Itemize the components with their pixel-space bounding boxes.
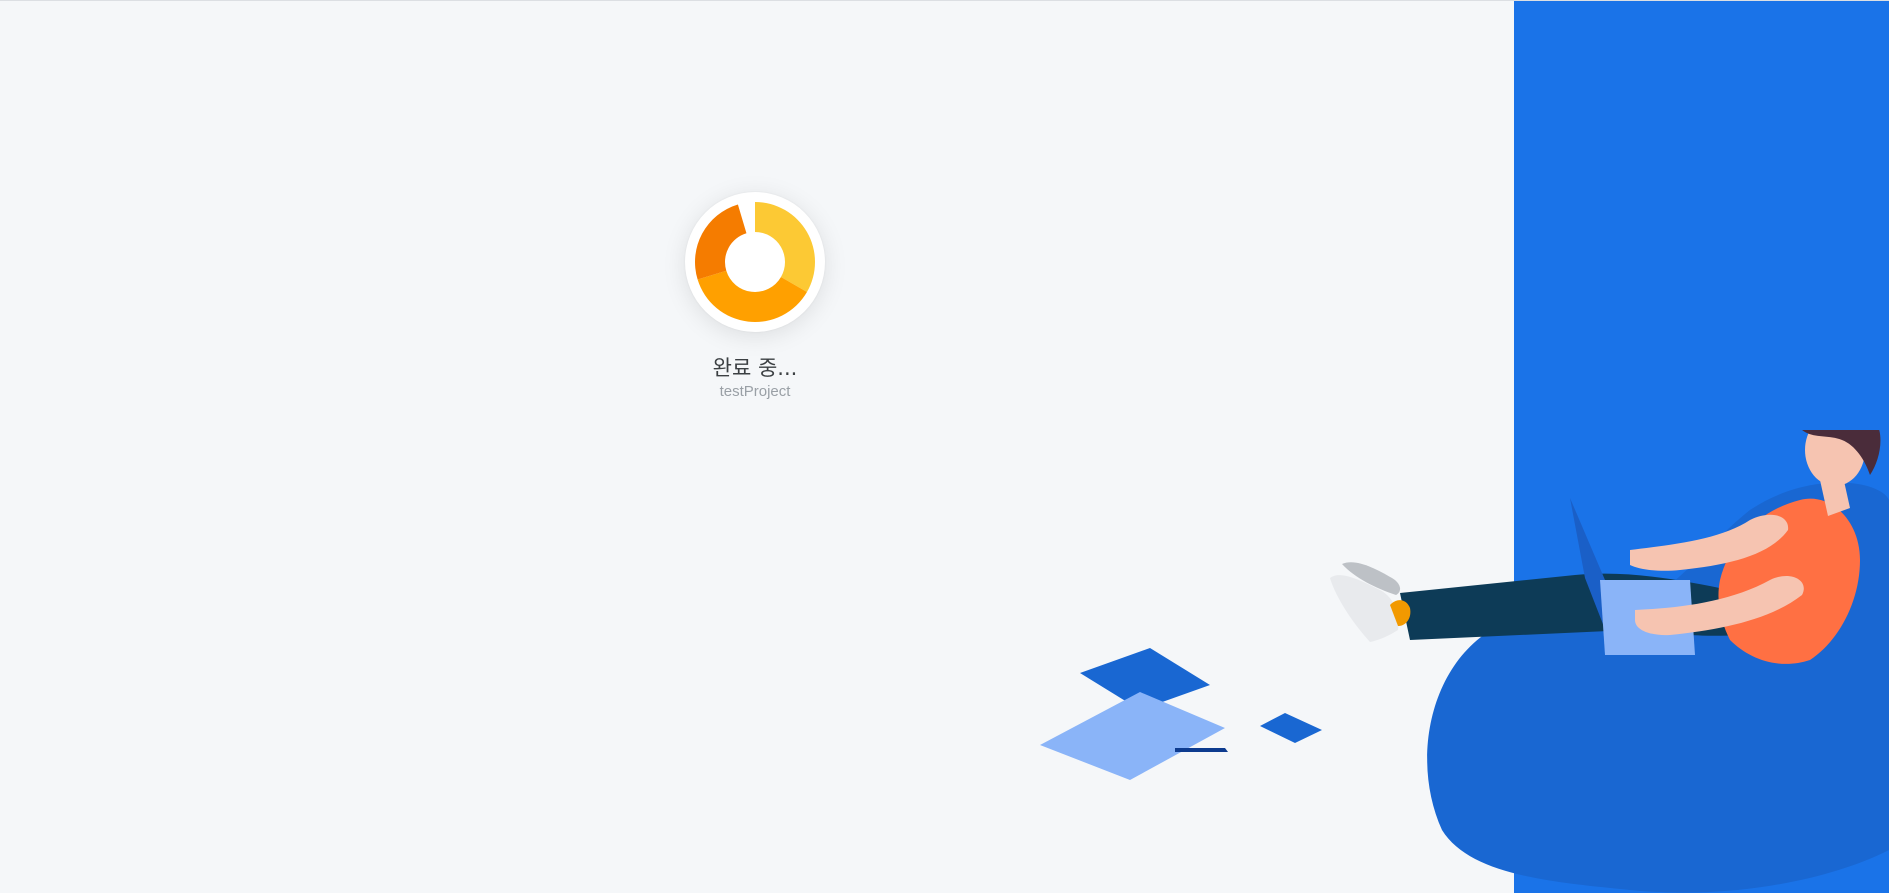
donut-spinner-icon xyxy=(695,202,815,322)
paper-light xyxy=(1040,692,1225,780)
loading-spinner xyxy=(685,192,825,332)
person-with-laptop-illustration xyxy=(1040,430,1889,893)
pen xyxy=(1175,748,1228,752)
phone xyxy=(1260,713,1322,743)
loading-status-text: 완료 중... xyxy=(712,356,798,380)
project-name: testProject xyxy=(719,383,791,400)
